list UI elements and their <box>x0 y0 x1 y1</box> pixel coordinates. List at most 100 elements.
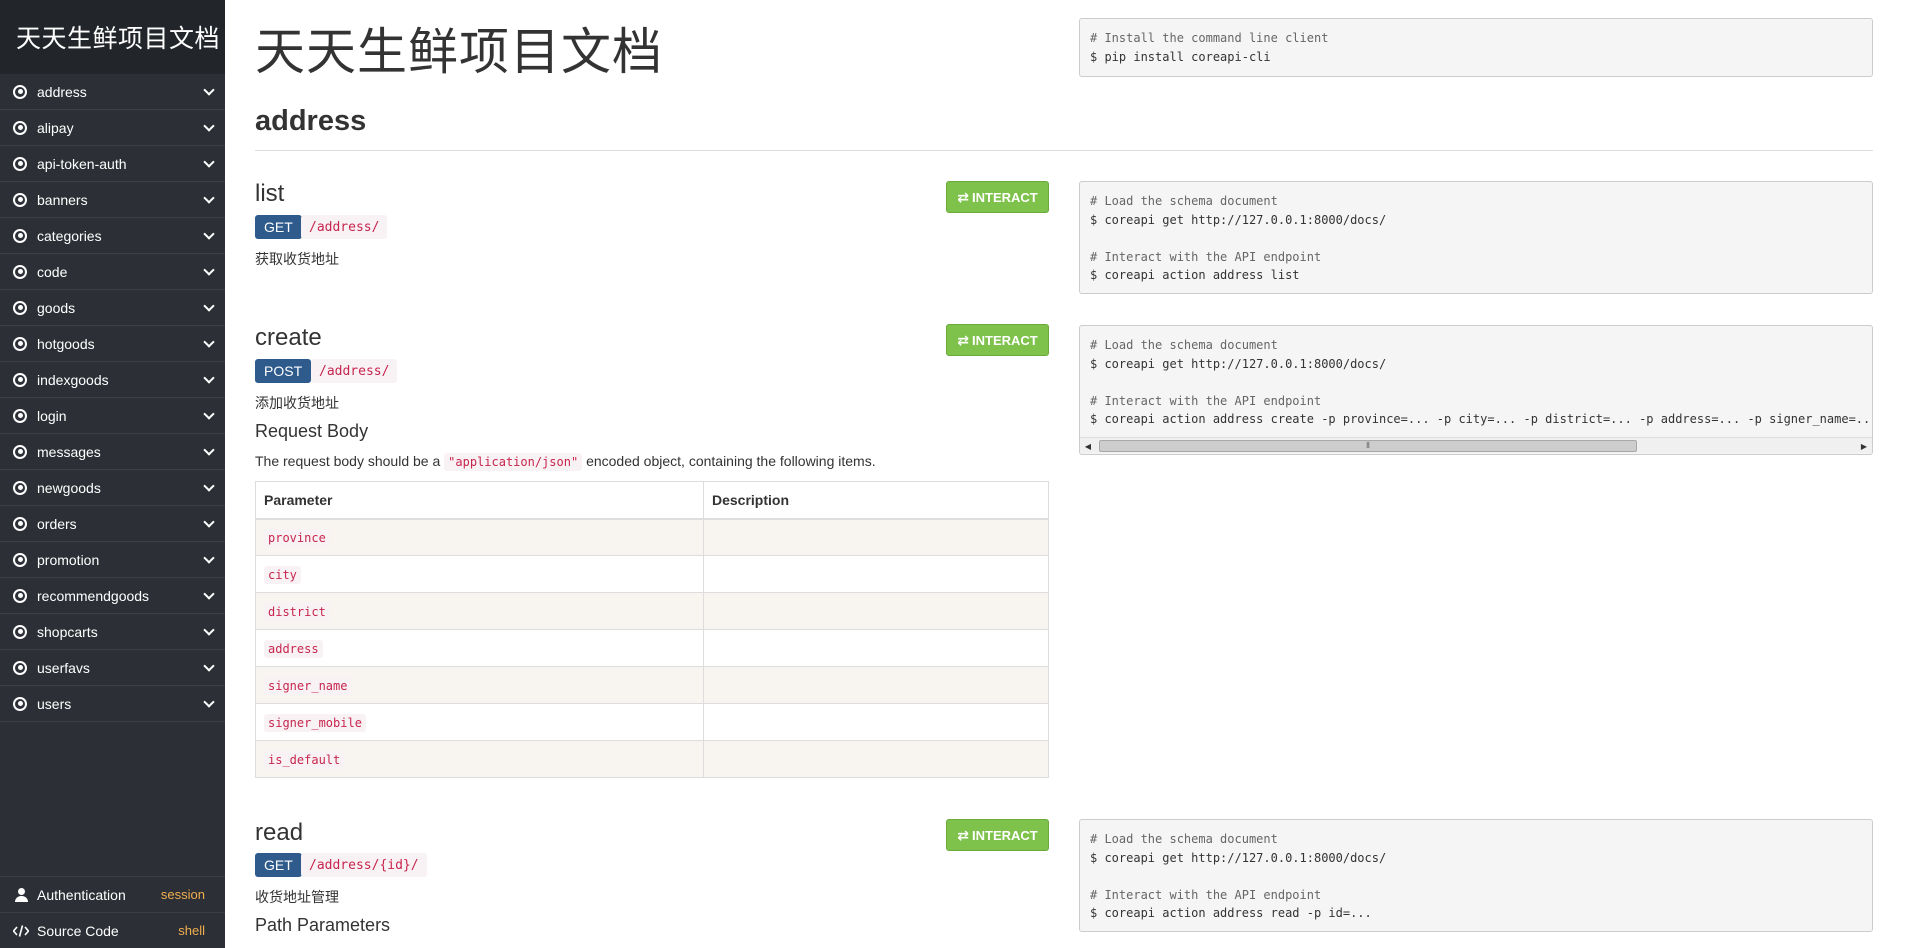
request-body-text-after: encoded object, containing the following… <box>582 453 876 469</box>
code-icon <box>13 924 29 937</box>
code-line: # Interact with the API endpoint <box>1090 249 1322 264</box>
method-badge-create: POST <box>255 359 312 383</box>
code-line: $ coreapi get http://127.0.0.1:8000/docs… <box>1090 356 1387 371</box>
chevron-down-icon[interactable] <box>203 335 215 348</box>
chevron-down-icon[interactable] <box>203 155 215 168</box>
sidebar-item-orders[interactable]: orders <box>0 506 225 542</box>
chevron-down-icon[interactable] <box>203 371 215 384</box>
target-icon <box>13 84 27 99</box>
description-cell <box>703 703 1049 741</box>
chevron-down-icon[interactable] <box>203 515 215 528</box>
chevron-down-icon[interactable] <box>203 551 215 564</box>
chevron-down-icon[interactable] <box>203 227 215 240</box>
sidebar-item-label: recommendgoods <box>37 587 150 604</box>
table-row: signer_name <box>255 666 1049 704</box>
sidebar-item-categories[interactable]: categories <box>0 218 225 254</box>
parameter-cell: city <box>255 555 704 593</box>
chevron-down-icon[interactable] <box>203 119 215 132</box>
description-cell <box>703 592 1049 630</box>
parameter-name: address <box>264 640 323 658</box>
sidebar-nav: address alipay api-token-auth banners catego… <box>0 74 225 722</box>
sidebar-item-userfavs[interactable]: userfavs <box>0 650 225 686</box>
sidebar-item-label: users <box>37 695 72 712</box>
interact-button-list[interactable]: ⇄ INTERACT <box>946 181 1049 213</box>
target-icon <box>13 264 27 279</box>
chevron-down-icon[interactable] <box>203 407 215 420</box>
scrollbar-thumb[interactable]: ⦀ <box>1099 440 1637 452</box>
scroll-left-arrow-icon[interactable]: ◀ <box>1080 438 1096 454</box>
sidebar-item-users[interactable]: users <box>0 686 225 722</box>
endpoint-path-create: /address/ <box>311 359 398 383</box>
target-icon <box>13 156 27 171</box>
scroll-right-arrow-icon[interactable]: ▶ <box>1856 438 1872 454</box>
parameter-cell: signer_mobile <box>255 703 704 741</box>
chevron-down-icon[interactable] <box>203 695 215 708</box>
sidebar-item-address[interactable]: address <box>0 74 225 110</box>
sidebar-item-shopcarts[interactable]: shopcarts <box>0 614 225 650</box>
chevron-down-icon[interactable] <box>203 623 215 636</box>
table-row: district <box>255 592 1049 630</box>
interact-button-create[interactable]: ⇄ INTERACT <box>946 324 1049 356</box>
source-code-item[interactable]: Source Code shell <box>0 912 225 948</box>
sidebar-item-goods[interactable]: goods <box>0 290 225 326</box>
request-body-text-before: The request body should be a <box>255 453 445 469</box>
sidebar-item-code[interactable]: code <box>0 254 225 290</box>
target-icon <box>13 444 27 459</box>
target-icon <box>13 552 27 567</box>
column-header-description: Description <box>703 481 1049 520</box>
target-icon <box>13 336 27 351</box>
sidebar-item-promotion[interactable]: promotion <box>0 542 225 578</box>
sidebar-item-banners[interactable]: banners <box>0 182 225 218</box>
sidebar-item-api-token-auth[interactable]: api-token-auth <box>0 146 225 182</box>
authentication-value[interactable]: session <box>161 887 205 902</box>
code-horizontal-scrollbar[interactable]: ◀ ⦀ ▶ <box>1080 437 1872 453</box>
interact-button-read[interactable]: ⇄ INTERACT <box>946 819 1049 851</box>
chevron-down-icon[interactable] <box>203 299 215 312</box>
table-row: province <box>255 518 1049 556</box>
parameter-name: signer_mobile <box>264 714 366 732</box>
page-title: 天天生鲜项目文档 <box>255 23 663 81</box>
chevron-down-icon[interactable] <box>203 83 215 96</box>
chevron-down-icon[interactable] <box>203 659 215 672</box>
description-cell <box>703 740 1049 778</box>
section-title: address <box>255 105 367 137</box>
sidebar-item-newgoods[interactable]: newgoods <box>0 470 225 506</box>
code-line: # Load the schema document <box>1090 338 1278 352</box>
sidebar-item-login[interactable]: login <box>0 398 225 434</box>
description-cell <box>703 666 1049 704</box>
chevron-down-icon[interactable] <box>203 587 215 600</box>
code-line: # Load the schema document <box>1090 194 1278 208</box>
endpoint-path-list: /address/ <box>301 215 388 239</box>
target-icon <box>13 660 27 675</box>
sidebar-item-recommendgoods[interactable]: recommendgoods <box>0 578 225 614</box>
sidebar-item-hotgoods[interactable]: hotgoods <box>0 326 225 362</box>
table-header-row: Parameter Description <box>255 481 1049 520</box>
code-line: $ coreapi get http://127.0.0.1:8000/docs… <box>1090 850 1387 865</box>
sidebar-item-alipay[interactable]: alipay <box>0 110 225 146</box>
code-line: # Interact with the API endpoint <box>1090 393 1322 408</box>
chevron-down-icon[interactable] <box>203 191 215 204</box>
source-code-value[interactable]: shell <box>178 923 205 938</box>
chevron-down-icon[interactable] <box>203 479 215 492</box>
target-icon <box>13 624 27 639</box>
sidebar-item-indexgoods[interactable]: indexgoods <box>0 362 225 398</box>
table-row: is_default <box>255 740 1049 778</box>
parameters-table: Parameter Description province city distri… <box>255 481 1049 778</box>
sidebar-footer: Authentication session Source Code shell <box>0 876 225 948</box>
interact-label: INTERACT <box>972 189 1038 205</box>
sidebar-item-label: indexgoods <box>37 371 109 388</box>
path-parameters-heading: Path Parameters <box>255 915 391 935</box>
table-row: address <box>255 629 1049 667</box>
brand-title[interactable]: 天天生鲜项目文档 <box>0 0 225 74</box>
parameter-cell: is_default <box>255 740 704 778</box>
chevron-down-icon[interactable] <box>203 263 215 276</box>
sidebar-item-messages[interactable]: messages <box>0 434 225 470</box>
parameter-cell: address <box>255 629 704 667</box>
endpoint-name-list: list <box>255 180 285 207</box>
sidebar-item-label: code <box>37 263 68 280</box>
sidebar-item-label: banners <box>37 191 88 208</box>
sidebar: 天天生鲜项目文档 address alipay api-token-auth bann… <box>0 0 225 948</box>
authentication-item[interactable]: Authentication session <box>0 876 225 912</box>
code-line: # Interact with the API endpoint <box>1090 887 1322 902</box>
chevron-down-icon[interactable] <box>203 443 215 456</box>
